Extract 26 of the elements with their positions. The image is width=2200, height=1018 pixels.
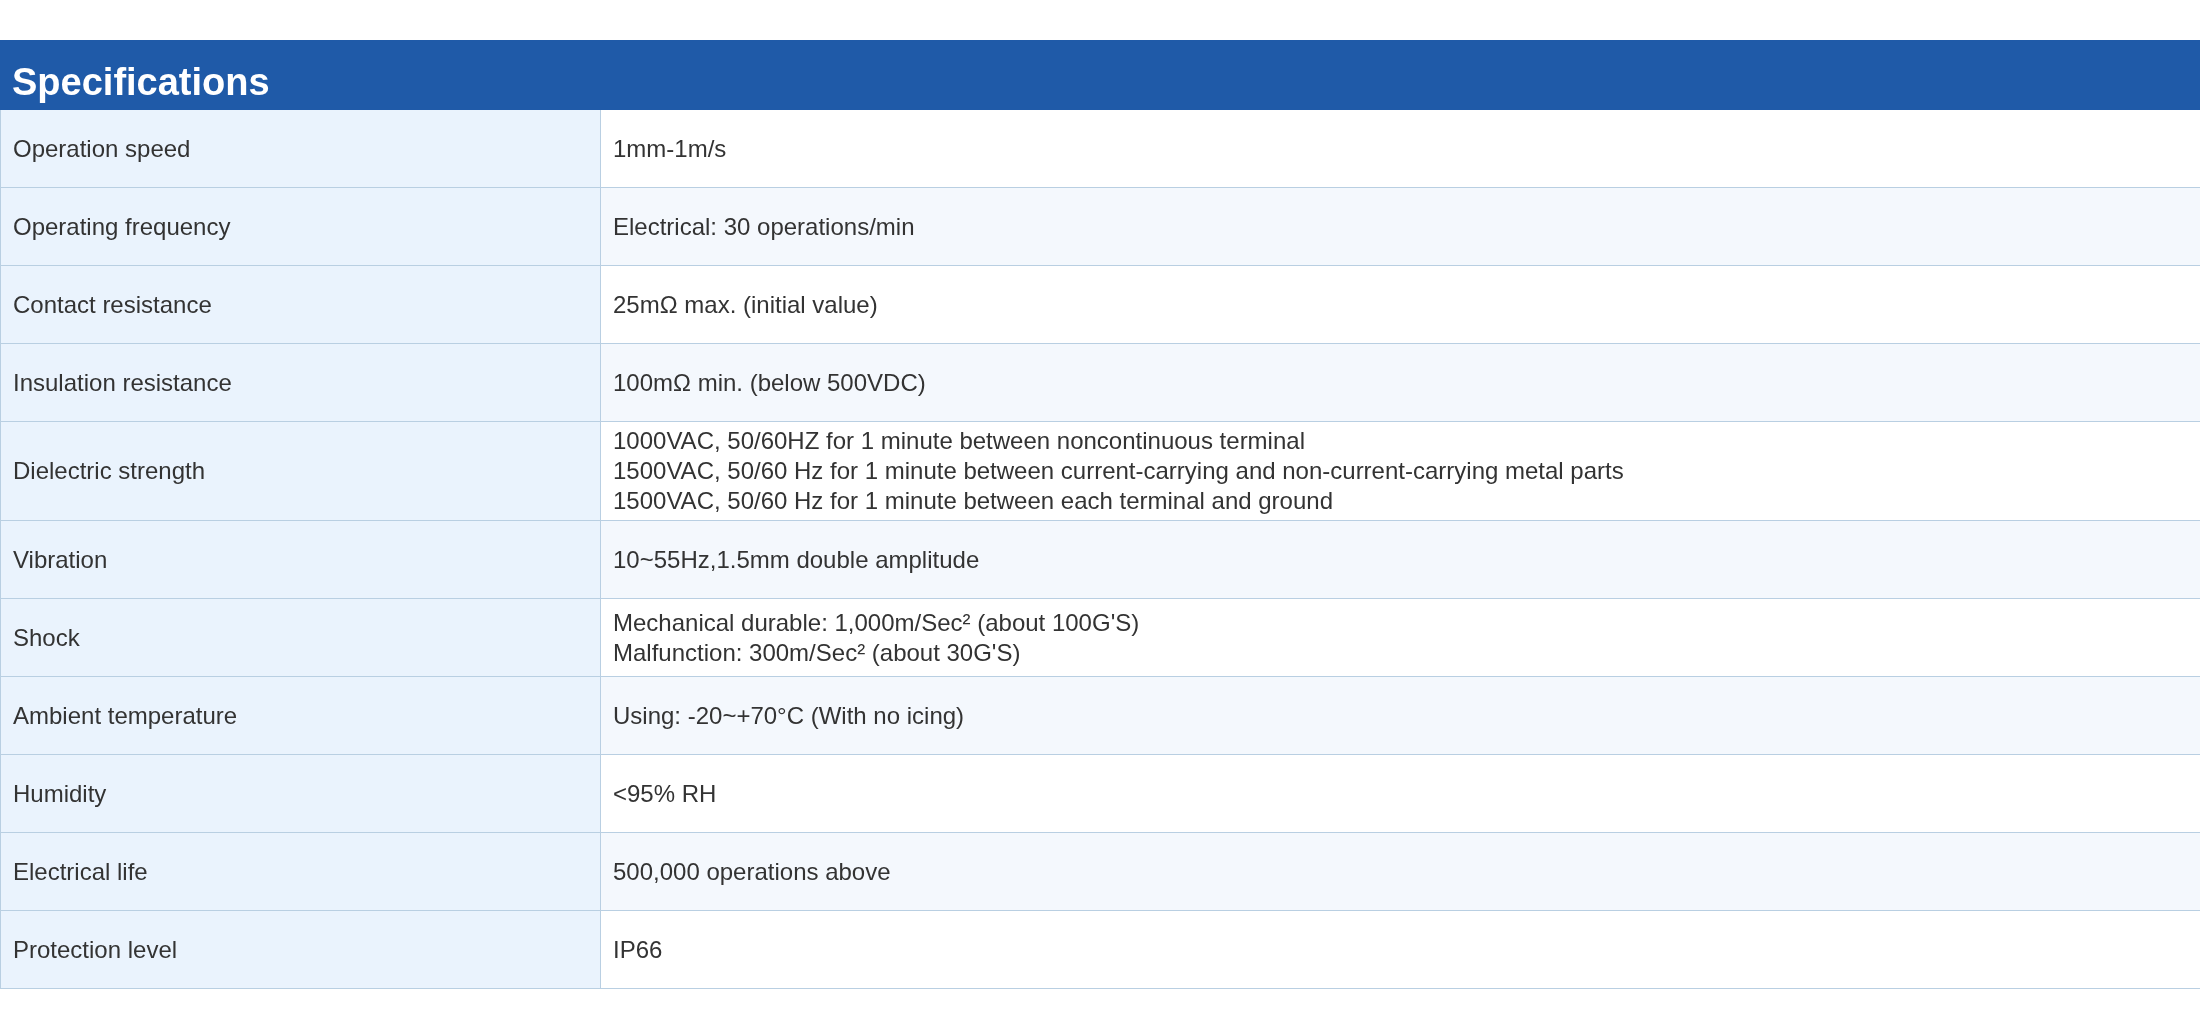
spec-value: IP66 [613,934,664,965]
spec-label: Shock [13,622,80,653]
spec-value: 1500VAC, 50/60 Hz for 1 minute between current-carrying and non-current-carrying metal parts [613,456,1625,486]
spec-label: Ambient temperature [13,700,238,731]
spec-label: Operation speed [13,133,191,164]
spec-value: 100mΩ min. (below 500VDC) [613,367,927,398]
spec-value: Electrical: 30 operations/min [613,211,916,242]
spec-value: 1000VAC, 50/60HZ for 1 minute between noncontinuous terminal [613,426,1306,456]
spec-value: Mechanical durable: 1,000m/Sec² (about 100G'S) [613,607,1141,638]
spec-value: 10~55Hz,1.5mm double amplitude [613,544,981,575]
spec-label: Vibration [13,544,108,575]
spec-label: Contact resistance [13,289,212,320]
spec-label: Insulation resistance [13,367,232,398]
spec-label: Humidity [13,778,107,809]
table-title: Specifications [12,59,270,105]
spec-value: 500,000 operations above [613,856,892,887]
spec-value: Using: -20~+70°C (With no icing) [613,700,966,731]
spec-label: Electrical life [13,856,148,887]
spec-label: Dielectric strength [13,456,206,486]
spec-label: Protection level [13,934,178,965]
spec-value: 25mΩ max. (initial value) [613,289,879,320]
spec-label: Operating frequency [13,211,231,242]
spec-value: 1mm-1m/s [613,133,728,164]
spec-value: <95% RH [613,778,718,809]
spec-value: Malfunction: 300m/Sec² (about 30G'S) [613,637,1022,668]
spec-value: 1500VAC, 50/60 Hz for 1 minute between each terminal and ground [613,486,1334,516]
